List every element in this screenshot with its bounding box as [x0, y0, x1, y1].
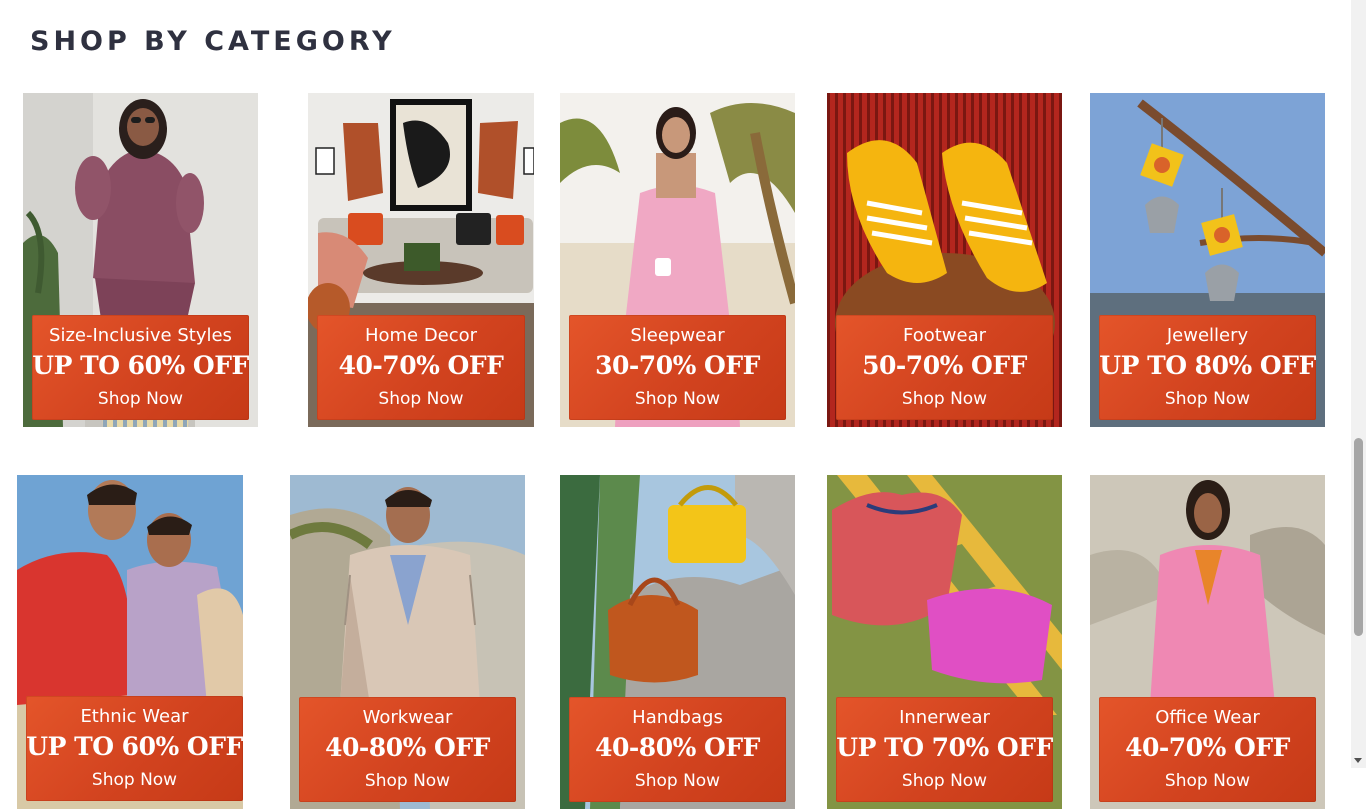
category-card-ethnic-wear[interactable]: Ethnic Wear UP TO 60% OFF Shop Now: [17, 475, 243, 809]
discount-label: 40-80% OFF: [325, 733, 490, 762]
shop-now-link[interactable]: Shop Now: [836, 389, 1053, 409]
offer-banner[interactable]: Sleepwear 30-70% OFF Shop Now: [569, 315, 786, 420]
category-name: Jewellery: [1166, 325, 1249, 346]
category-name: Ethnic Wear: [80, 706, 189, 727]
shop-now-link[interactable]: Shop Now: [836, 771, 1053, 791]
category-name: Innerwear: [899, 707, 990, 728]
discount-label: 40-70% OFF: [1125, 733, 1290, 762]
discount-label: 40-80% OFF: [595, 733, 760, 762]
shop-now-link[interactable]: Shop Now: [1099, 389, 1316, 409]
offer-banner[interactable]: Footwear 50-70% OFF Shop Now: [836, 315, 1053, 420]
offer-banner[interactable]: Workwear 40-80% OFF Shop Now: [299, 697, 516, 802]
page-scrollbar[interactable]: [1351, 0, 1366, 768]
category-card-jewellery[interactable]: Jewellery UP TO 80% OFF Shop Now: [1090, 93, 1325, 427]
category-name: Footwear: [902, 325, 987, 346]
offer-banner[interactable]: Ethnic Wear UP TO 60% OFF Shop Now: [26, 696, 243, 801]
shop-now-link[interactable]: Shop Now: [569, 771, 786, 791]
discount-label: UP TO 60% OFF: [26, 732, 243, 761]
offer-banner[interactable]: Innerwear UP TO 70% OFF Shop Now: [836, 697, 1053, 802]
category-name: Size-Inclusive Styles: [49, 325, 232, 346]
discount-label: UP TO 80% OFF: [1099, 351, 1316, 380]
category-card-innerwear[interactable]: Innerwear UP TO 70% OFF Shop Now: [827, 475, 1062, 809]
category-name: Workwear: [362, 707, 453, 728]
category-card-home-decor[interactable]: Home Decor 40-70% OFF Shop Now: [308, 93, 534, 427]
shop-now-link[interactable]: Shop Now: [317, 389, 525, 409]
category-name: Home Decor: [364, 325, 478, 346]
category-name: Office Wear: [1155, 707, 1260, 728]
category-card-office-wear[interactable]: Office Wear 40-70% OFF Shop Now: [1090, 475, 1325, 809]
scrollbar-thumb[interactable]: [1354, 438, 1363, 636]
discount-label: UP TO 70% OFF: [836, 733, 1053, 762]
scroll-down-arrow-icon[interactable]: [1354, 758, 1362, 763]
discount-label: 30-70% OFF: [595, 351, 760, 380]
discount-label: UP TO 60% OFF: [32, 351, 249, 380]
shop-now-link[interactable]: Shop Now: [299, 771, 516, 791]
offer-banner[interactable]: Home Decor 40-70% OFF Shop Now: [317, 315, 525, 420]
discount-label: 40-70% OFF: [338, 351, 504, 380]
category-card-sleepwear[interactable]: Sleepwear 30-70% OFF Shop Now: [560, 93, 795, 427]
section-title: SHOP BY CATEGORY: [30, 26, 396, 57]
category-card-footwear[interactable]: Footwear 50-70% OFF Shop Now: [827, 93, 1062, 427]
category-card-size-inclusive[interactable]: Size-Inclusive Styles UP TO 60% OFF Shop…: [23, 93, 258, 427]
category-name: Sleepwear: [630, 325, 725, 346]
discount-label: 50-70% OFF: [862, 351, 1027, 380]
offer-banner[interactable]: Jewellery UP TO 80% OFF Shop Now: [1099, 315, 1316, 420]
shop-now-link[interactable]: Shop Now: [569, 389, 786, 409]
offer-banner[interactable]: Handbags 40-80% OFF Shop Now: [569, 697, 786, 802]
category-card-workwear[interactable]: Workwear 40-80% OFF Shop Now: [290, 475, 525, 809]
category-name: Handbags: [632, 707, 723, 728]
offer-banner[interactable]: Size-Inclusive Styles UP TO 60% OFF Shop…: [32, 315, 249, 420]
category-card-handbags[interactable]: Handbags 40-80% OFF Shop Now: [560, 475, 795, 809]
shop-now-link[interactable]: Shop Now: [32, 389, 249, 409]
shop-now-link[interactable]: Shop Now: [26, 770, 243, 790]
shop-now-link[interactable]: Shop Now: [1099, 771, 1316, 791]
offer-banner[interactable]: Office Wear 40-70% OFF Shop Now: [1099, 697, 1316, 802]
